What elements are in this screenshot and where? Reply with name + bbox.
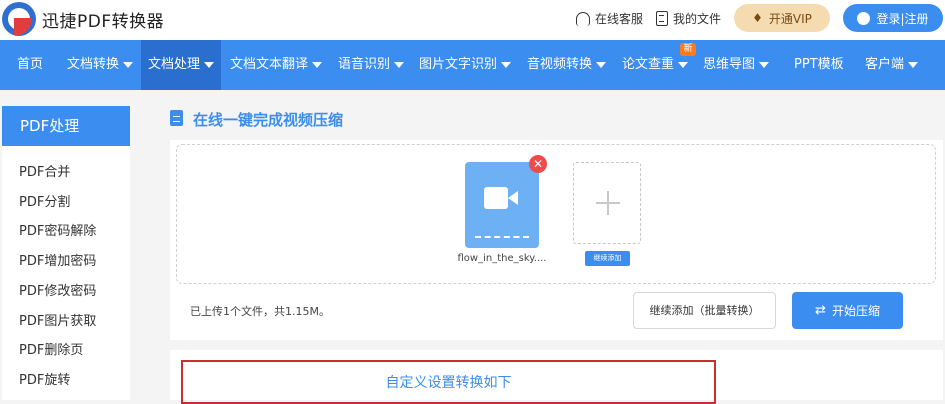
- chevron-down-icon: [596, 61, 607, 68]
- my-files-link[interactable]: 我的文件: [656, 10, 721, 27]
- nav-item-ocr[interactable]: 图片文字识别: [419, 40, 512, 90]
- nav-item-translate[interactable]: 文档文本翻译: [230, 40, 323, 90]
- nav-item-ppt[interactable]: PPT模板: [794, 40, 844, 90]
- chevron-down-icon: [759, 61, 770, 68]
- sidebar-item-change-password[interactable]: PDF修改密码: [19, 280, 96, 299]
- sidebar-item-merge[interactable]: PDF合并: [19, 161, 70, 180]
- swap-arrows-icon: ⇄: [815, 303, 826, 318]
- video-camera-icon: [484, 187, 508, 209]
- sidebar-item-extract-images[interactable]: PDF图片获取: [19, 310, 96, 329]
- chevron-down-icon: [204, 61, 215, 68]
- headset-icon: [576, 11, 590, 26]
- document-icon: [170, 110, 183, 126]
- plus-icon: [596, 191, 620, 215]
- brand-name[interactable]: 迅捷PDF转换器: [42, 7, 164, 32]
- login-register-button[interactable]: 登录|注册: [843, 4, 943, 32]
- upload-status: 已上传1个文件，共1.15M。: [190, 305, 330, 318]
- chevron-down-icon: [312, 61, 323, 68]
- sidebar-item-rotate[interactable]: PDF旋转: [19, 369, 70, 388]
- start-compress-button[interactable]: ⇄ 开始压缩: [792, 292, 903, 329]
- file-name: flow_in_the_sky....: [457, 253, 547, 264]
- online-service-link[interactable]: 在线客服: [576, 10, 643, 27]
- file-thumbnail[interactable]: [465, 162, 539, 248]
- new-badge: 新: [680, 43, 696, 56]
- sidebar-heading[interactable]: PDF处理: [2, 106, 130, 146]
- chevron-down-icon: [501, 61, 512, 68]
- remove-file-button[interactable]: ✕: [529, 155, 547, 173]
- nav-item-mindmap[interactable]: 思维导图: [703, 40, 770, 90]
- chevron-down-icon: [123, 61, 134, 68]
- nav-item-speech[interactable]: 语音识别: [338, 40, 405, 90]
- nav-item-doc-convert[interactable]: 文档转换: [67, 40, 134, 90]
- continue-add-button[interactable]: 继续添加（批量转换）: [633, 292, 776, 329]
- chevron-down-icon: [678, 61, 689, 68]
- nav-item-client[interactable]: 客户端: [865, 40, 919, 90]
- nav-item-doc-process[interactable]: 文档处理: [141, 40, 222, 90]
- nav-item-av-convert[interactable]: 音视频转换: [527, 40, 607, 90]
- chevron-down-icon: [394, 61, 405, 68]
- chevron-down-icon: [908, 61, 919, 68]
- add-file-button[interactable]: 继续添加: [585, 251, 630, 266]
- sidebar-item-add-password[interactable]: PDF增加密码: [19, 250, 96, 269]
- sidebar-item-remove-password[interactable]: PDF密码解除: [19, 220, 96, 239]
- settings-title: 自定义设置转换如下: [385, 375, 512, 391]
- page-title: 在线一键完成视频压缩: [193, 111, 344, 129]
- nav-item-home[interactable]: 首页: [17, 40, 43, 90]
- document-icon: [656, 11, 668, 26]
- diamond-icon: ♦: [752, 11, 763, 25]
- sidebar-item-split[interactable]: PDF分割: [19, 191, 70, 210]
- vip-button[interactable]: ♦ 开通VIP: [734, 4, 830, 32]
- user-icon: [857, 11, 871, 25]
- brand-logo-icon[interactable]: [2, 2, 36, 36]
- sidebar-item-delete-pages[interactable]: PDF删除页: [19, 339, 83, 358]
- main-nav: 首页 文档转换 文档处理 文档文本翻译 语音识别 图片文字识别 音视频转换 论文…: [0, 40, 945, 90]
- add-file-box[interactable]: [573, 162, 641, 244]
- nav-item-plagiarism[interactable]: 论文查重: [622, 40, 689, 90]
